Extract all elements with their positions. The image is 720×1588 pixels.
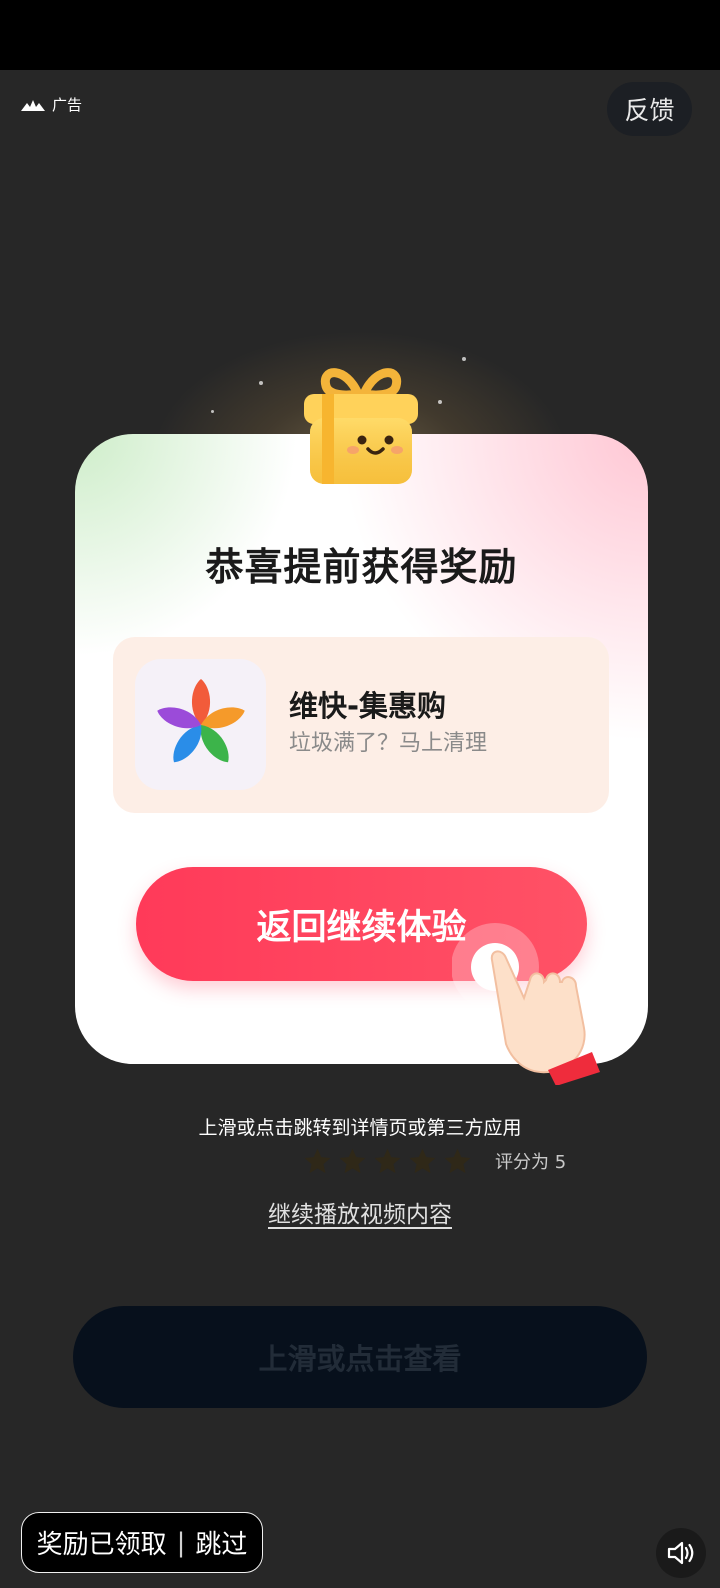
feedback-button[interactable]: 反馈 bbox=[607, 82, 692, 136]
app-description: 垃圾满了？马上清理 bbox=[289, 731, 488, 756]
swipe-view-button[interactable]: 上滑或点击查看 bbox=[73, 1306, 647, 1408]
reward-skip-button[interactable]: 奖励已领取 | 跳过 bbox=[21, 1512, 263, 1573]
gift-icon bbox=[304, 368, 418, 484]
separator: | bbox=[176, 1527, 186, 1558]
continue-video-link[interactable]: 继续播放视频内容 bbox=[0, 1195, 720, 1229]
star-icon bbox=[374, 1148, 401, 1174]
skip-label[interactable]: 跳过 bbox=[195, 1524, 247, 1561]
star-icon bbox=[304, 1148, 331, 1174]
app-flower-icon bbox=[156, 678, 245, 762]
status-bar bbox=[0, 0, 720, 70]
star-icon bbox=[409, 1148, 436, 1174]
speaker-icon bbox=[667, 1541, 694, 1565]
sparkle bbox=[462, 357, 466, 361]
dialog-title: 恭喜提前获得奖励 bbox=[205, 545, 518, 589]
sparkle bbox=[438, 400, 442, 404]
sound-button[interactable] bbox=[656, 1528, 706, 1578]
hand-pointer-icon bbox=[452, 923, 600, 1085]
app-icon[interactable] bbox=[135, 659, 266, 790]
sparkle bbox=[211, 410, 214, 413]
app-name: 维快-集惠购 bbox=[289, 689, 447, 723]
jump-hint-text: 上滑或点击跳转到详情页或第三方应用 bbox=[198, 1117, 522, 1139]
ad-label: 广告 bbox=[52, 96, 83, 114]
sparkle bbox=[259, 381, 263, 385]
reward-claimed-label: 奖励已领取 bbox=[36, 1530, 167, 1560]
star-icon bbox=[444, 1148, 471, 1174]
rating-stars bbox=[302, 1146, 473, 1177]
ad-logo-icon bbox=[21, 99, 45, 111]
rating-text: 评分为 5 bbox=[495, 1152, 567, 1173]
star-icon bbox=[339, 1148, 366, 1174]
ad-badge: 广告 bbox=[20, 94, 82, 115]
